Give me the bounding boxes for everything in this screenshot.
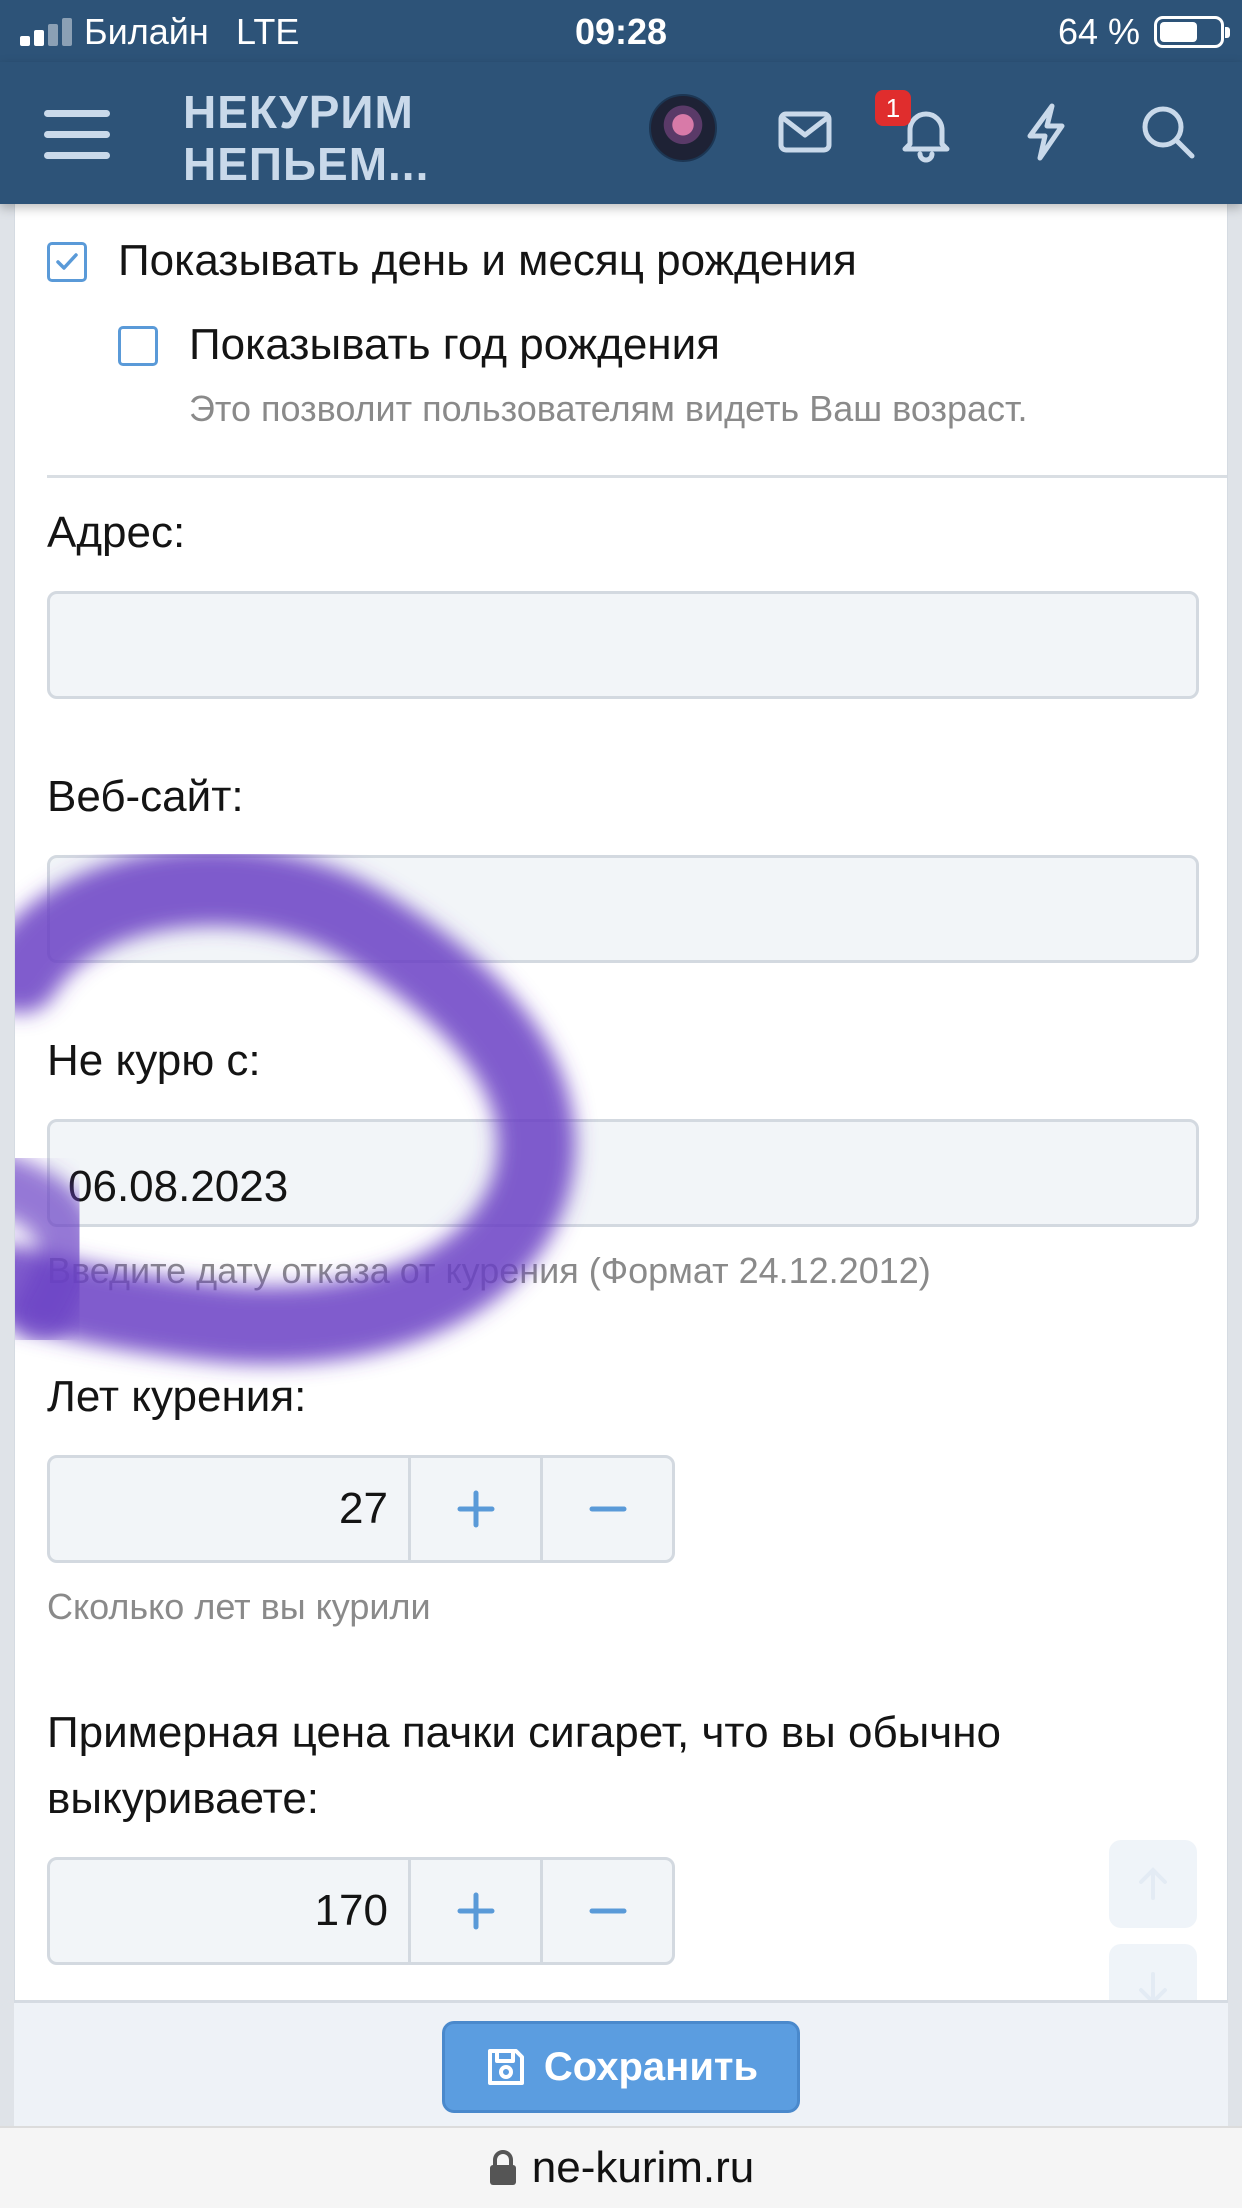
status-bar: Билайн LTE 09:28 64 % (0, 0, 1242, 62)
scroll-to-bottom-button[interactable] (1109, 1944, 1197, 2000)
arrow-down-icon (1139, 1972, 1167, 2000)
arrow-up-icon (1139, 1867, 1167, 1900)
plus-icon (457, 1892, 494, 1930)
quit-date-hint: Введите дату отказа от курения (Формат 2… (47, 1250, 931, 1291)
quit-date-label: Не курю с: (47, 1036, 261, 1085)
pack-price-decrement-button[interactable] (540, 1860, 672, 1962)
site-header: НЕКУРИМ НЕПЬЕМ... 1 (0, 62, 1242, 204)
show-birthday-label[interactable]: Показывать день и месяц рождения (118, 236, 857, 286)
years-smoking-stepper: 27 (47, 1455, 675, 1563)
page-url: ne-kurim.ru (531, 2143, 755, 2192)
battery-icon (1154, 16, 1230, 48)
site-logo[interactable]: НЕКУРИМ НЕПЬЕМ... (183, 86, 429, 190)
birth-year-hint: Это позволит пользователям видеть Ваш во… (189, 388, 1028, 429)
website-input[interactable] (47, 855, 1199, 963)
whats-new-lightning-icon[interactable] (1014, 100, 1078, 164)
pack-price-value[interactable]: 170 (50, 1860, 408, 1962)
pack-price-label-line-2: выкуриваете: (47, 1774, 320, 1823)
minus-icon (589, 1908, 626, 1914)
floppy-disk-icon (487, 2049, 524, 2085)
pack-price-label-line-1: Примерная цена пачки сигарет, что вы обы… (47, 1708, 1001, 1757)
show-birth-year-label[interactable]: Показывать год рождения (189, 320, 720, 370)
lock-icon (488, 2149, 518, 2187)
profile-form: Показывать день и месяц рождения Показыв… (14, 204, 1228, 2000)
years-smoking-value[interactable]: 27 (50, 1458, 408, 1560)
website-label: Веб-сайт: (47, 772, 244, 821)
years-smoking-hint: Сколько лет вы курили (47, 1586, 431, 1627)
form-submit-bar: Сохранить (14, 2000, 1228, 2126)
save-button-label: Сохранить (543, 2044, 759, 2089)
search-icon[interactable] (1136, 100, 1200, 164)
address-label: Адрес: (47, 508, 186, 557)
years-smoking-increment-button[interactable] (408, 1458, 540, 1560)
years-smoking-label: Лет курения: (47, 1372, 307, 1421)
logo-line-2: НЕПЬЕМ... (183, 138, 430, 190)
pack-price-stepper: 170 (47, 1857, 675, 1965)
show-birth-year-checkbox[interactable] (118, 326, 158, 366)
years-smoking-decrement-button[interactable] (540, 1458, 672, 1560)
section-divider (47, 475, 1227, 478)
save-button[interactable]: Сохранить (442, 2021, 800, 2113)
user-avatar[interactable] (649, 94, 717, 162)
plus-icon (457, 1490, 494, 1528)
address-input[interactable] (47, 591, 1199, 699)
logo-line-1: НЕКУРИМ (183, 86, 414, 138)
hamburger-menu-icon[interactable] (44, 102, 116, 164)
quit-date-input[interactable] (47, 1119, 1199, 1227)
status-time: 09:28 (574, 11, 668, 52)
pack-price-increment-button[interactable] (408, 1860, 540, 1962)
battery-level-fill (1160, 22, 1197, 42)
browser-address-bar[interactable]: ne-kurim.ru (0, 2126, 1242, 2208)
minus-icon (589, 1506, 626, 1512)
battery-percent: 64 % (1057, 11, 1140, 52)
scroll-to-top-button[interactable] (1109, 1840, 1197, 1928)
inbox-envelope-icon[interactable] (773, 100, 837, 164)
show-birthday-checkbox[interactable] (47, 242, 87, 282)
notification-count-badge: 1 (875, 90, 911, 126)
